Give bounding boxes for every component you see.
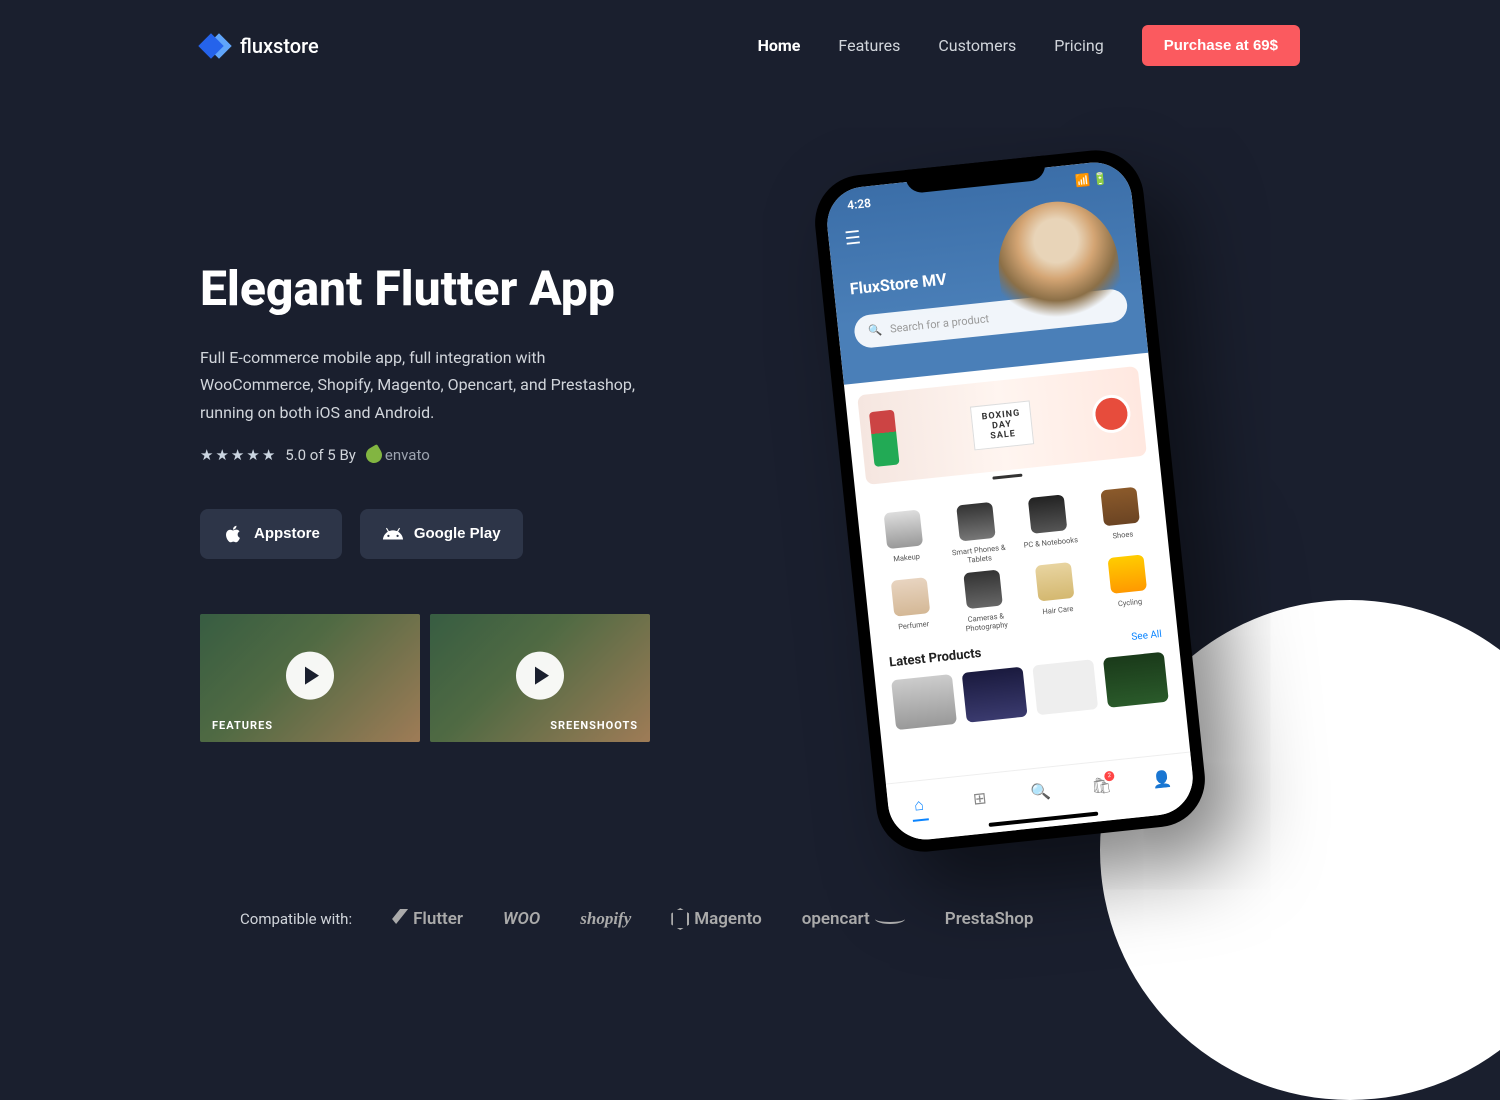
compatibility-row: Compatible with: Flutter WOO shopify Mag…	[240, 908, 1033, 930]
envato-badge: envato	[366, 446, 430, 464]
rating-text: 5.0 of 5 By	[285, 446, 356, 464]
envato-leaf-icon	[363, 444, 385, 466]
play-icon	[516, 651, 564, 699]
category-icon	[1107, 554, 1147, 594]
opencart-logo: opencart	[802, 909, 905, 929]
category-icon	[963, 570, 1003, 610]
phone-banner: BOXING DAY SALE	[857, 366, 1147, 485]
googleplay-button[interactable]: Google Play	[360, 509, 523, 559]
section-title: Latest Products	[888, 646, 982, 671]
nav-home[interactable]: Home	[758, 36, 801, 55]
nav-cart-icon: 🛍2	[1090, 775, 1112, 797]
compat-label: Compatible with:	[240, 910, 352, 928]
video-features[interactable]: FEATURES	[200, 614, 420, 742]
video-thumbnails: FEATURES SREENSHOOTS	[200, 614, 660, 742]
category-icon	[891, 577, 931, 617]
store-buttons: Appstore Google Play	[200, 509, 660, 559]
magento-logo: Magento	[671, 908, 761, 930]
star-icon: ★	[246, 446, 259, 464]
category-icon	[1028, 494, 1068, 534]
category-item: Makeup	[870, 508, 940, 574]
nav-grid-icon: ⊞	[969, 787, 991, 809]
star-icon: ★	[262, 446, 275, 464]
nav-search-icon: 🔍	[1030, 781, 1052, 803]
phone-preview: 4:28 📶 🔋 ☰ FluxStore MV 🔍 Search for a p…	[720, 151, 1300, 841]
nav-home-icon: ⌂	[908, 794, 930, 816]
video-label: FEATURES	[212, 719, 273, 732]
category-item: Hair Care	[1021, 560, 1091, 626]
phone-time: 4:28	[846, 196, 871, 212]
nav-features[interactable]: Features	[838, 36, 900, 55]
star-rating: ★ ★ ★ ★ ★	[200, 446, 275, 464]
product-item	[891, 674, 957, 730]
category-item: PC & Notebooks	[1014, 493, 1084, 559]
purchase-button[interactable]: Purchase at 69$	[1142, 25, 1300, 66]
hero-description: Full E-commerce mobile app, full integra…	[200, 344, 640, 426]
product-item	[1032, 659, 1098, 715]
android-icon	[382, 523, 404, 545]
appstore-button[interactable]: Appstore	[200, 509, 342, 559]
video-label: SREENSHOOTS	[550, 719, 638, 732]
apple-icon	[222, 523, 244, 545]
phone-search-placeholder: Search for a product	[889, 312, 989, 335]
star-icon: ★	[215, 446, 228, 464]
nav-pricing[interactable]: Pricing	[1054, 36, 1104, 55]
banner-indicator	[992, 474, 1022, 480]
category-item: Cameras & Photography	[949, 568, 1019, 634]
nav-customers[interactable]: Customers	[938, 36, 1016, 55]
rating-row: ★ ★ ★ ★ ★ 5.0 of 5 By envato	[200, 446, 660, 464]
header: fluxstore Home Features Customers Pricin…	[0, 0, 1500, 91]
banner-text: BOXING DAY SALE	[970, 400, 1035, 450]
cart-badge: 2	[1104, 770, 1115, 781]
phone-mockup: 4:28 📶 🔋 ☰ FluxStore MV 🔍 Search for a p…	[810, 146, 1209, 857]
main-nav: Home Features Customers Pricing Purchase…	[758, 25, 1300, 66]
shopify-logo: shopify	[580, 909, 631, 929]
logo-icon	[200, 30, 232, 62]
star-icon: ★	[231, 446, 244, 464]
category-item: Cycling	[1093, 553, 1163, 619]
hero-title: Elegant Flutter App	[200, 261, 660, 316]
category-icon	[1035, 562, 1075, 602]
banner-decoration	[869, 409, 900, 466]
appstore-label: Appstore	[254, 525, 320, 542]
category-item: Shoes	[1086, 485, 1156, 551]
hero-section: Elegant Flutter App Full E-commerce mobi…	[0, 91, 1500, 841]
star-icon: ★	[200, 446, 213, 464]
product-item	[1103, 652, 1169, 708]
envato-label: envato	[385, 446, 430, 464]
logo[interactable]: fluxstore	[200, 30, 319, 62]
hero-content: Elegant Flutter App Full E-commerce mobi…	[200, 151, 660, 841]
category-icon	[884, 509, 924, 549]
banner-decoration	[1091, 393, 1133, 435]
brand-name: fluxstore	[240, 34, 319, 58]
woo-logo: WOO	[503, 909, 540, 929]
category-item: Smart Phones & Tablets	[942, 500, 1012, 566]
category-icon	[1100, 487, 1140, 527]
nav-profile-icon: 👤	[1151, 768, 1173, 790]
phone-screen: 4:28 📶 🔋 ☰ FluxStore MV 🔍 Search for a p…	[824, 159, 1197, 843]
flutter-icon	[392, 909, 408, 929]
search-icon: 🔍	[868, 323, 883, 337]
play-icon	[286, 651, 334, 699]
googleplay-label: Google Play	[414, 525, 501, 542]
product-item	[962, 667, 1028, 723]
phone-signal-icons: 📶 🔋	[1074, 171, 1108, 188]
opencart-icon	[875, 914, 905, 924]
video-screenshots[interactable]: SREENSHOOTS	[430, 614, 650, 742]
phone-bottom-nav: ⌂ ⊞ 🔍 🛍2 👤	[886, 752, 1197, 844]
see-all-link: See All	[1131, 629, 1162, 643]
prestashop-logo: PrestaShop	[945, 909, 1034, 929]
magento-icon	[671, 908, 689, 930]
flutter-logo: Flutter	[392, 909, 463, 929]
category-icon	[956, 502, 996, 542]
category-item: Perfumer	[877, 576, 947, 642]
